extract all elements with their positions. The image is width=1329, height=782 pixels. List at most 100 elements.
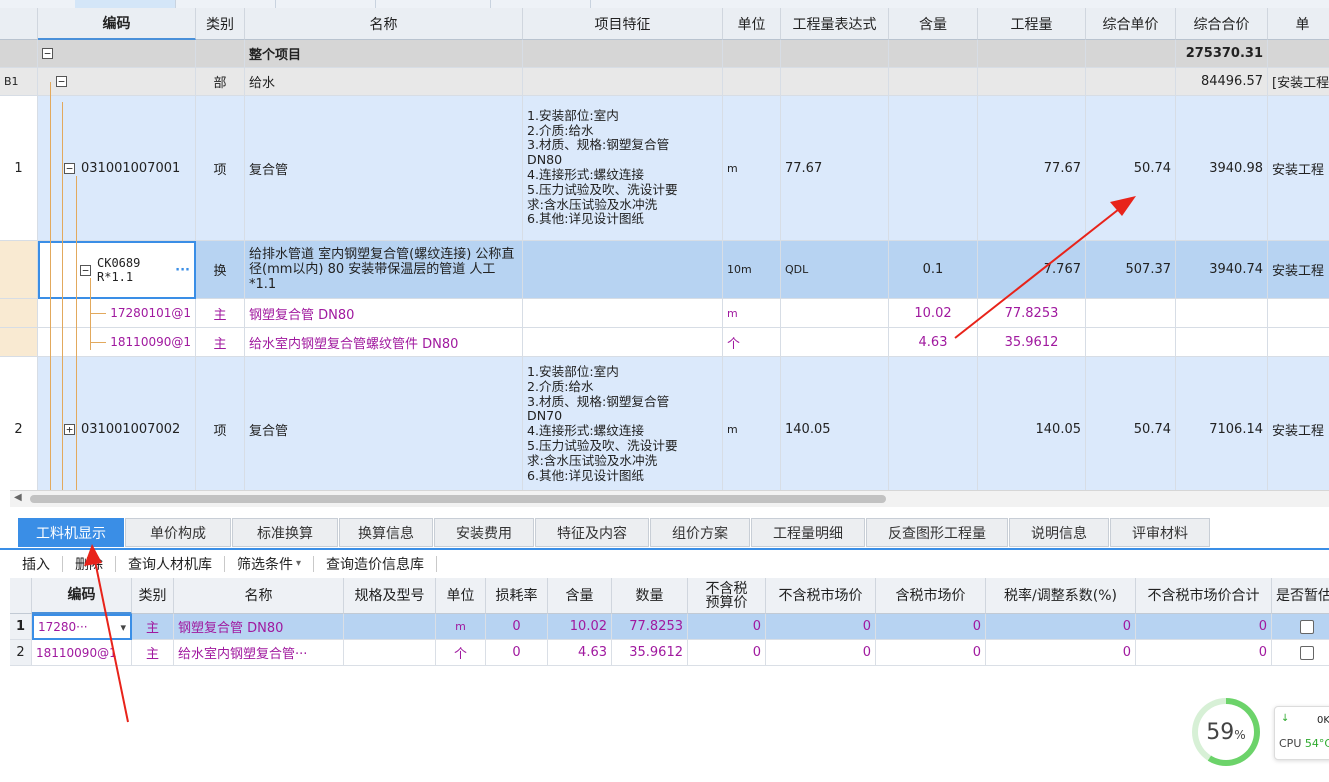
tax-rate-cell[interactable]: 0: [986, 614, 1136, 640]
top-tab[interactable]: [175, 0, 276, 8]
horizontal-scrollbar[interactable]: ◀: [10, 490, 1329, 507]
material-grid-row[interactable]: 2 18110090@1 主 给水室内钢塑复合管··· 个 0 4.63 35.…: [10, 640, 1329, 666]
header-code[interactable]: 编码: [32, 578, 132, 614]
quota-row[interactable]: − CK0689 R*1.1 ··· 换 给排水管道 室内钢塑复合管(螺纹连接)…: [0, 241, 1329, 299]
tab-labor-material[interactable]: 工料机显示: [18, 518, 124, 547]
budget-cell[interactable]: 0: [688, 614, 766, 640]
header-market[interactable]: 不含税市场价: [766, 578, 876, 614]
material-row[interactable]: 17280101@1 主 钢塑复合管 DN80 m 10.02 77.8253: [0, 299, 1329, 328]
temp-checkbox[interactable]: [1300, 619, 1314, 634]
section-row[interactable]: B1 − 部 给水 84496.57 [安装工程: [0, 68, 1329, 96]
item-feature[interactable]: 1.安装部位:室内 2.介质:给水 3.材质、规格:钢塑复合管 DN80 4.连…: [523, 96, 723, 241]
spec-cell[interactable]: [344, 640, 436, 666]
whole-project-row[interactable]: − 整个项目 275370.31: [0, 40, 1329, 68]
temp-checkbox[interactable]: [1300, 645, 1314, 660]
header-name[interactable]: 名称: [174, 578, 344, 614]
material-name[interactable]: 钢塑复合管 DN80: [245, 299, 523, 328]
item-name[interactable]: 复合管: [245, 357, 523, 490]
header-unit-price[interactable]: 综合单价: [1086, 8, 1176, 40]
loss-cell[interactable]: 0: [486, 640, 548, 666]
top-tab[interactable]: [275, 0, 376, 8]
header-category[interactable]: 类别: [132, 578, 174, 614]
tab-review-material[interactable]: 评审材料: [1110, 518, 1210, 547]
item-unit[interactable]: m: [723, 96, 781, 241]
unit-cell[interactable]: 个: [436, 640, 486, 666]
header-name[interactable]: 名称: [245, 8, 523, 40]
more-button[interactable]: ···: [175, 263, 190, 278]
tree-toggle-cell[interactable]: −: [38, 40, 196, 68]
material-content[interactable]: 4.63: [889, 328, 978, 357]
memory-usage-ring[interactable]: 59%: [1192, 698, 1260, 766]
tab-reverse-lookup[interactable]: 反查图形工程量: [866, 518, 1008, 547]
filter-button[interactable]: 筛选条件 ▾: [225, 555, 315, 573]
material-name[interactable]: 钢塑复合管 DN80: [174, 614, 344, 640]
header-temp[interactable]: 是否暂估: [1272, 578, 1329, 614]
header-spec[interactable]: 规格及型号: [344, 578, 436, 614]
material-content[interactable]: 10.02: [889, 299, 978, 328]
content-cell[interactable]: 10.02: [548, 614, 612, 640]
tab-pricing-plan[interactable]: 组价方案: [650, 518, 750, 547]
quota-expression[interactable]: QDL: [781, 241, 889, 299]
header-category[interactable]: 类别: [196, 8, 245, 40]
market-tax-cell[interactable]: 0: [876, 614, 986, 640]
insert-button[interactable]: 插入: [0, 555, 63, 573]
tab-standard-conversion[interactable]: 标准换算: [232, 518, 338, 547]
header-unit[interactable]: 单位: [723, 8, 781, 40]
chevron-down-icon[interactable]: ▾: [120, 621, 126, 634]
header-total[interactable]: 不含税市场价合计: [1136, 578, 1272, 614]
tab-install-fee[interactable]: 安装费用: [434, 518, 534, 547]
spec-cell[interactable]: [344, 614, 436, 640]
top-tab[interactable]: [375, 0, 491, 8]
material-row[interactable]: 18110090@1 主 给水室内钢塑复合管螺纹管件 DN80 个 4.63 3…: [0, 328, 1329, 357]
delete-button[interactable]: 删除: [63, 555, 116, 573]
item-unit[interactable]: m: [723, 357, 781, 490]
market-cell[interactable]: 0: [766, 640, 876, 666]
header-quantity[interactable]: 工程量: [978, 8, 1086, 40]
item-expression[interactable]: 140.05: [781, 357, 889, 490]
material-code-input[interactable]: 17280··· ▾: [32, 614, 132, 640]
header-code[interactable]: 编码: [38, 8, 196, 40]
top-tab[interactable]: [0, 0, 76, 8]
header-tax-rate[interactable]: 税率/调整系数(%): [986, 578, 1136, 614]
market-cell[interactable]: 0: [766, 614, 876, 640]
header-qty[interactable]: 数量: [612, 578, 688, 614]
tree-toggle-cell[interactable]: −: [38, 68, 196, 96]
tab-features[interactable]: 特征及内容: [535, 518, 649, 547]
quota-name[interactable]: 给排水管道 室内钢塑复合管(螺纹连接) 公称直径(mm以内) 80 安装带保温层…: [245, 241, 523, 299]
header-spec[interactable]: 单: [1268, 8, 1329, 40]
item-name[interactable]: 复合管: [245, 96, 523, 241]
tab-quantity-detail[interactable]: 工程量明细: [751, 518, 865, 547]
scrollbar-thumb[interactable]: [30, 495, 886, 503]
content-cell[interactable]: 4.63: [548, 640, 612, 666]
tab-unit-price[interactable]: 单价构成: [125, 518, 231, 547]
system-monitor-widget[interactable]: 59% ↓ 0K CPU 54°C: [1192, 690, 1329, 776]
header-content[interactable]: 含量: [889, 8, 978, 40]
top-tab[interactable]: [75, 0, 176, 8]
header-feature[interactable]: 项目特征: [523, 8, 723, 40]
collapse-icon[interactable]: −: [64, 162, 75, 174]
tab-conversion-info[interactable]: 换算信息: [339, 518, 433, 547]
bill-item-row[interactable]: 2 +031001007002 项 复合管 1.安装部位:室内 2.介质:给水 …: [0, 357, 1329, 490]
tab-description[interactable]: 说明信息: [1009, 518, 1109, 547]
header-total-price[interactable]: 综合合价: [1176, 8, 1268, 40]
top-tab[interactable]: [490, 0, 591, 8]
material-grid-row[interactable]: 1 17280··· ▾ 主 钢塑复合管 DN80 m 0 10.02 77.8…: [10, 614, 1329, 640]
expand-icon[interactable]: +: [64, 423, 75, 435]
material-name[interactable]: 给水室内钢塑复合管螺纹管件 DN80: [245, 328, 523, 357]
header-expression[interactable]: 工程量表达式: [781, 8, 889, 40]
header-loss[interactable]: 损耗率: [486, 578, 548, 614]
collapse-icon[interactable]: −: [56, 76, 67, 87]
collapse-icon[interactable]: −: [42, 48, 53, 59]
scroll-left-icon[interactable]: ◀: [14, 492, 22, 503]
material-code[interactable]: 18110090@1: [32, 640, 132, 666]
quota-unit[interactable]: 10m: [723, 241, 781, 299]
header-unit[interactable]: 单位: [436, 578, 486, 614]
market-tax-cell[interactable]: 0: [876, 640, 986, 666]
header-budget[interactable]: 不含税预算价: [688, 578, 766, 614]
tax-rate-cell[interactable]: 0: [986, 640, 1136, 666]
query-material-lib-button[interactable]: 查询人材机库: [116, 555, 225, 573]
budget-cell[interactable]: 0: [688, 640, 766, 666]
item-feature[interactable]: 1.安装部位:室内 2.介质:给水 3.材质、规格:钢塑复合管 DN70 4.连…: [523, 357, 723, 490]
loss-cell[interactable]: 0: [486, 614, 548, 640]
material-name[interactable]: 给水室内钢塑复合管···: [174, 640, 344, 666]
